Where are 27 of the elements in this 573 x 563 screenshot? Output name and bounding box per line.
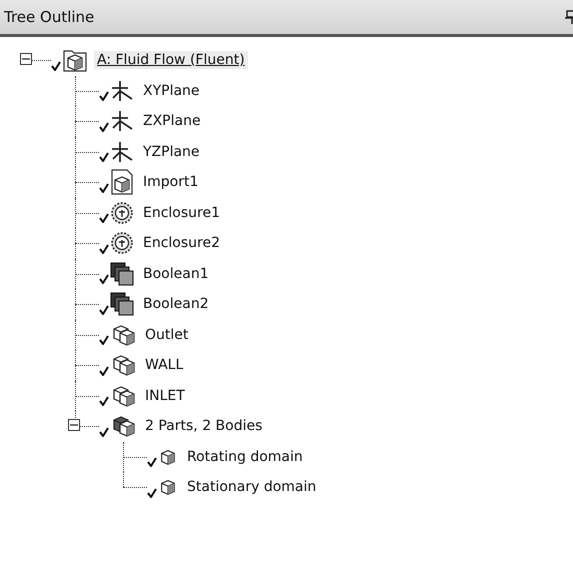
stacked-cubes-icon [110, 262, 134, 286]
axes-icon [110, 80, 134, 102]
tree-item[interactable]: Rotating domain [184, 448, 306, 466]
tree-item[interactable]: YZPlane [140, 142, 203, 161]
tree-item[interactable]: Boolean1 [140, 264, 212, 283]
gear-icon [110, 200, 134, 225]
panel-title: Tree Outline [4, 8, 94, 26]
cube-icon [158, 477, 178, 498]
tree-item[interactable]: A: Fluid Flow (Fluent) [94, 51, 248, 70]
tree-item[interactable]: ZXPlane [140, 112, 204, 130]
tree-item[interactable]: Stationary domain [184, 478, 320, 496]
tree-item[interactable]: Outlet [142, 326, 192, 344]
collapse-toggle[interactable] [68, 419, 80, 432]
gear-icon [110, 231, 134, 256]
tree-item[interactable]: XYPlane [140, 82, 203, 100]
document-icon [110, 169, 134, 196]
collapse-toggle[interactable] [20, 53, 32, 66]
tree-item[interactable]: Import1 [140, 173, 202, 192]
tree-item[interactable]: INLET [142, 386, 188, 405]
tree-item[interactable]: Enclosure2 [140, 234, 224, 252]
tree-item[interactable]: WALL [142, 356, 186, 374]
axes-icon [110, 140, 134, 163]
stacked-cubes-icon [110, 292, 134, 316]
tree-item[interactable]: 2 Parts, 2 Bodies [142, 417, 266, 436]
tree-item[interactable]: Enclosure1 [140, 204, 224, 222]
tree-item[interactable]: Boolean2 [140, 295, 212, 314]
axes-icon [110, 110, 134, 132]
